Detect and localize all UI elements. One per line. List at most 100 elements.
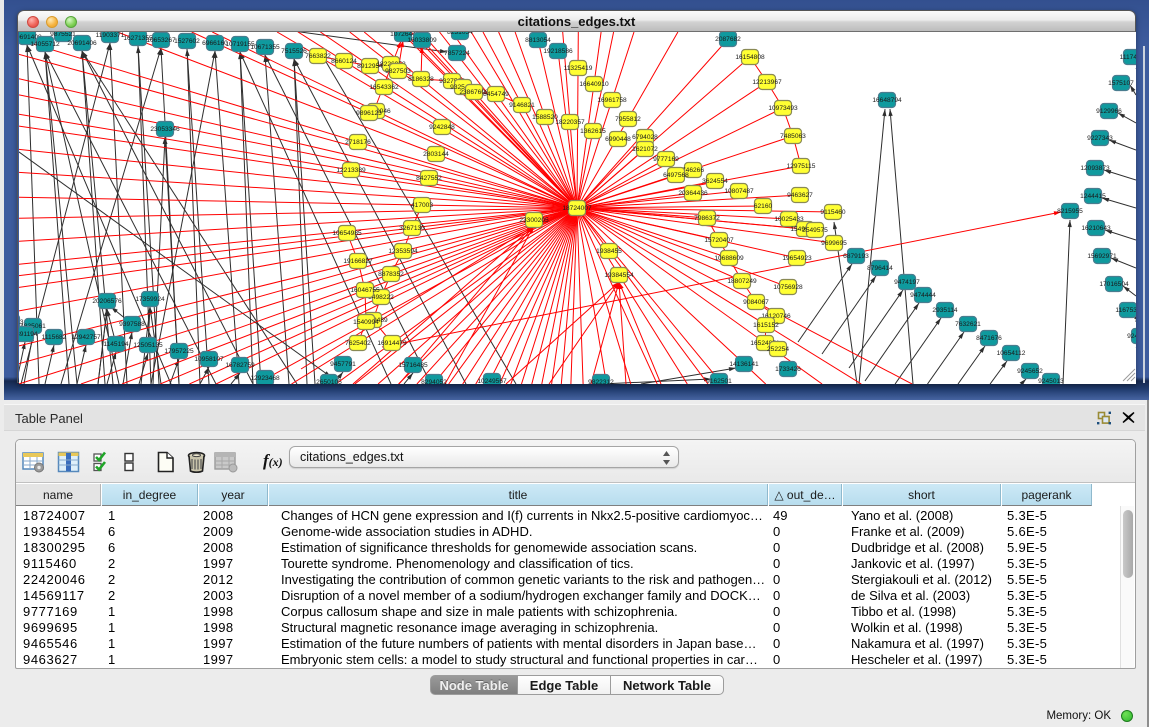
svg-text:1115682: 1115682 <box>42 334 67 341</box>
svg-text:8878352: 8878352 <box>378 271 404 278</box>
svg-text:3624554: 3624554 <box>702 178 728 185</box>
svg-text:1244415: 1244415 <box>1080 193 1106 200</box>
svg-text:10654985: 10654985 <box>332 230 362 237</box>
svg-text:417003: 417003 <box>411 202 433 209</box>
svg-text:9875521: 9875521 <box>50 32 76 38</box>
svg-text:8796414: 8796414 <box>867 265 893 272</box>
svg-text:12213967: 12213967 <box>752 79 782 86</box>
svg-text:5900113: 5900113 <box>19 319 24 326</box>
svg-text:23300205: 23300205 <box>519 217 549 224</box>
svg-text:10653267: 10653267 <box>146 37 176 44</box>
svg-text:2803144: 2803144 <box>423 151 449 158</box>
svg-text:6497568: 6497568 <box>663 172 689 179</box>
svg-text:9397588: 9397588 <box>119 321 145 328</box>
svg-text:9827503: 9827503 <box>385 68 411 75</box>
svg-text:1733426: 1733426 <box>775 366 801 373</box>
svg-text:1167531: 1167531 <box>1115 307 1136 314</box>
svg-text:10249567: 10249567 <box>477 378 507 384</box>
svg-text:9245013: 9245013 <box>1038 378 1064 384</box>
svg-text:10756928: 10756928 <box>773 284 803 291</box>
svg-text:7632621: 7632621 <box>955 321 981 328</box>
svg-text:14055712: 14055712 <box>30 41 60 48</box>
svg-text:8454749: 8454749 <box>483 91 509 98</box>
svg-text:7663822: 7663822 <box>305 53 331 60</box>
svg-text:7857224: 7857224 <box>444 50 470 57</box>
svg-text:12975115: 12975115 <box>787 163 816 170</box>
svg-text:9146821: 9146821 <box>509 102 535 109</box>
svg-text:8427552: 8427552 <box>416 175 442 182</box>
svg-text:9129966: 9129966 <box>1096 108 1122 115</box>
svg-text:1938455: 1938455 <box>596 248 622 255</box>
svg-text:7625402: 7625402 <box>345 340 371 347</box>
svg-text:16648794: 16648794 <box>872 97 902 104</box>
svg-text:15692971: 15692971 <box>1087 253 1117 260</box>
svg-text:23053346: 23053346 <box>150 126 180 133</box>
svg-text:7485063: 7485063 <box>780 133 806 140</box>
svg-text:1527602: 1527602 <box>174 38 200 45</box>
svg-text:11903371: 11903371 <box>96 32 125 39</box>
svg-text:16210643: 16210643 <box>1081 225 1111 232</box>
svg-text:17359924: 17359924 <box>135 296 165 303</box>
svg-text:62160: 62160 <box>754 203 773 210</box>
svg-text:8813054: 8813054 <box>525 37 551 44</box>
svg-text:6879193: 6879193 <box>843 253 869 260</box>
svg-text:18807249: 18807249 <box>727 278 757 285</box>
svg-text:19218586: 19218586 <box>543 48 573 55</box>
svg-text:6966160: 6966160 <box>202 40 228 47</box>
svg-text:9474444: 9474444 <box>910 292 936 299</box>
svg-text:252254: 252254 <box>767 346 789 353</box>
svg-text:10654112: 10654112 <box>997 350 1026 357</box>
svg-text:16640910: 16640910 <box>579 81 609 88</box>
svg-text:1575107: 1575107 <box>1108 80 1134 87</box>
svg-text:9245013: 9245013 <box>1127 333 1136 340</box>
svg-text:9084067: 9084067 <box>743 299 769 306</box>
svg-text:16961758: 16961758 <box>597 97 627 104</box>
svg-text:8186328: 8186328 <box>408 76 434 83</box>
svg-text:12213389: 12213389 <box>336 167 366 174</box>
svg-text:9777169: 9777169 <box>653 156 679 163</box>
svg-text:9245652: 9245652 <box>1017 368 1043 375</box>
svg-text:10958107: 10958107 <box>194 356 224 363</box>
svg-text:16154808: 16154808 <box>735 54 765 61</box>
svg-text:9162501: 9162501 <box>706 378 732 384</box>
svg-text:9463627: 9463627 <box>787 192 813 199</box>
svg-text:8660124: 8660124 <box>331 58 357 65</box>
svg-text:2650105: 2650105 <box>316 379 342 384</box>
svg-text:12923468: 12923468 <box>250 375 280 382</box>
svg-text:8215955: 8215955 <box>1057 208 1083 215</box>
svg-text:8471676: 8471676 <box>976 335 1002 342</box>
svg-text:12093873: 12093873 <box>1080 165 1110 172</box>
svg-text:16033809: 16033809 <box>407 37 437 44</box>
svg-text:7986372: 7986372 <box>694 215 720 222</box>
svg-text:15720407: 15720407 <box>704 237 734 244</box>
svg-text:10807487: 10807487 <box>724 188 754 195</box>
svg-text:2087682: 2087682 <box>715 36 741 43</box>
svg-text:15716485: 15716485 <box>398 362 428 369</box>
svg-text:17957225: 17957225 <box>164 348 194 355</box>
svg-text:2549575: 2549575 <box>802 227 828 234</box>
svg-text:16782759: 16782759 <box>225 362 255 369</box>
svg-text:18724007: 18724007 <box>562 205 592 212</box>
svg-text:12942757: 12942757 <box>71 334 101 341</box>
svg-text:10671355: 10671355 <box>250 44 280 51</box>
svg-text:2391194: 2391194 <box>19 331 38 338</box>
svg-text:19654923: 19654923 <box>782 255 812 262</box>
svg-text:9822312: 9822312 <box>588 379 614 384</box>
svg-text:9474197: 9474197 <box>894 279 920 286</box>
svg-text:1540994: 1540994 <box>353 319 379 326</box>
svg-text:1362615: 1362615 <box>580 128 606 135</box>
svg-text:12353594: 12353594 <box>388 248 418 255</box>
svg-text:18220357: 18220357 <box>555 119 585 126</box>
svg-text:1621072: 1621072 <box>632 146 658 153</box>
svg-text:9457791: 9457791 <box>330 361 356 368</box>
svg-text:2935114: 2935114 <box>932 307 958 314</box>
svg-text:12505135: 12505135 <box>133 342 163 349</box>
svg-text:10688609: 10688609 <box>714 255 744 262</box>
svg-text:19166827: 19166827 <box>343 258 373 265</box>
svg-text:14136141: 14136141 <box>729 361 759 368</box>
svg-text:20364436: 20364436 <box>678 190 708 197</box>
svg-text:3267130: 3267130 <box>399 225 425 232</box>
svg-text:1615152: 1615152 <box>753 322 779 329</box>
svg-text:20206576: 20206576 <box>92 298 122 305</box>
svg-text:8294052: 8294052 <box>421 379 447 384</box>
